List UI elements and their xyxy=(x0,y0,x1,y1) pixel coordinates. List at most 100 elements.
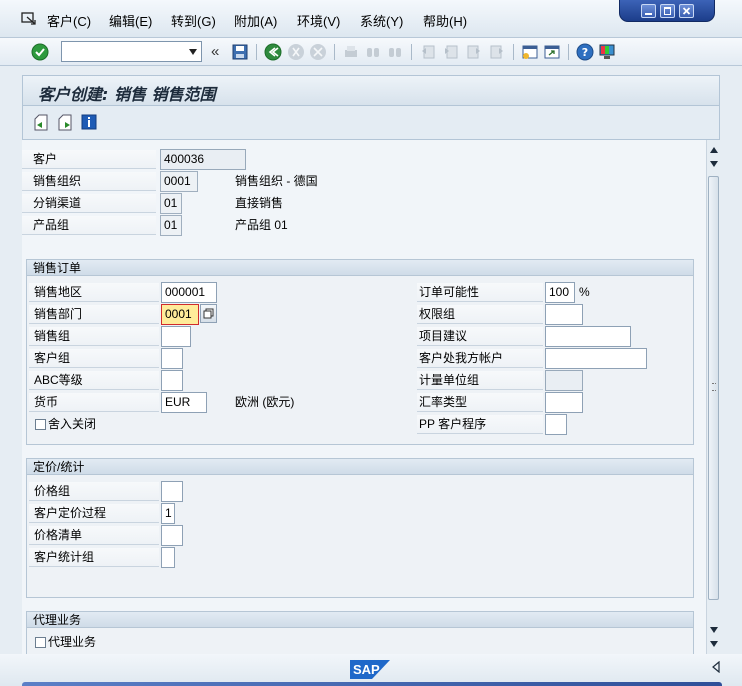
save-icon[interactable] xyxy=(231,43,249,61)
currency-label: 货币 xyxy=(29,393,159,412)
menu-system[interactable]: 系统(Y) xyxy=(360,14,403,30)
first-page-icon xyxy=(422,45,435,59)
pp-customer-procedure-label: PP 客户程序 xyxy=(417,415,543,434)
scroll-top-icon[interactable] xyxy=(709,146,719,154)
print-icon xyxy=(345,46,357,57)
scroll-up-icon[interactable] xyxy=(709,160,719,168)
command-field[interactable] xyxy=(61,41,202,62)
toolbar-separator xyxy=(513,44,514,60)
command-input[interactable] xyxy=(62,42,180,61)
vertical-scrollbar[interactable] xyxy=(706,140,720,654)
find-next-icon xyxy=(389,48,401,57)
authorization-group-field[interactable] xyxy=(545,304,583,325)
new-session-icon[interactable] xyxy=(521,43,539,61)
distribution-channel-desc: 直接销售 xyxy=(235,196,284,210)
item-proposal-field[interactable] xyxy=(545,326,631,347)
menu-extras[interactable]: 附加(A) xyxy=(234,14,277,30)
toolbar-separator xyxy=(568,44,569,60)
menu-bar: 客户(C) 编辑(E) 转到(G) 附加(A) 环境(V) 系统(Y) 帮助(H… xyxy=(0,0,742,38)
back-icon[interactable] xyxy=(264,43,282,61)
order-probability-label: 订单可能性 xyxy=(417,283,543,302)
price-group-label: 价格组 xyxy=(29,482,159,501)
customer-label: 客户 xyxy=(22,150,156,169)
status-bar: SAP xyxy=(0,654,742,686)
sales-group-field[interactable] xyxy=(161,326,191,347)
window-controls xyxy=(619,0,715,22)
status-bar-edge xyxy=(22,682,722,686)
pricing-statistics-group: 定价/统计 价格组 客户定价过程 1 价格清单 客户统计组 xyxy=(26,458,694,598)
pp-customer-procedure-field[interactable] xyxy=(545,414,567,435)
toolbar-separator xyxy=(411,44,412,60)
scrollbar-thumb[interactable] xyxy=(708,176,719,600)
sap-logo: SAP xyxy=(350,660,390,679)
sales-org-label: 销售组织 xyxy=(22,172,156,191)
exchange-rate-type-field[interactable] xyxy=(545,392,583,413)
division-label: 产品组 xyxy=(22,216,156,235)
unit-of-measure-group-field xyxy=(545,370,583,391)
value-help-icon xyxy=(203,308,214,319)
sales-district-field[interactable]: 000001 xyxy=(161,282,217,303)
distribution-channel-label: 分销渠道 xyxy=(22,194,156,213)
order-probability-field[interactable]: 100 xyxy=(545,282,575,303)
menu-help[interactable]: 帮助(H) xyxy=(423,14,467,30)
customer-group-field[interactable] xyxy=(161,348,183,369)
price-list-label: 价格清单 xyxy=(29,526,159,545)
content-area: 客户 400036 销售组织 0001 销售组织 - 德国 分销渠道 01 直接… xyxy=(22,140,706,654)
rounding-off-label: 舍入关闭 xyxy=(48,417,97,431)
next-page-icon xyxy=(467,45,480,59)
rounding-off-checkbox[interactable] xyxy=(35,419,46,430)
chevron-down-icon[interactable] xyxy=(188,48,198,56)
menu-environment[interactable]: 环境(V) xyxy=(297,14,340,30)
close-button[interactable] xyxy=(678,3,694,18)
create-shortcut-icon[interactable] xyxy=(543,43,561,61)
previous-page-icon xyxy=(445,45,458,59)
customer-pricing-procedure-field[interactable]: 1 xyxy=(161,503,175,524)
find-icon xyxy=(367,48,379,57)
enter-icon[interactable] xyxy=(31,43,49,61)
price-list-field[interactable] xyxy=(161,525,183,546)
agency-business-checkbox[interactable] xyxy=(35,637,46,648)
scroll-bottom-icon[interactable] xyxy=(709,640,719,648)
sales-org-field: 0001 xyxy=(160,171,198,192)
abc-class-field[interactable] xyxy=(161,370,183,391)
svg-text:?: ? xyxy=(582,46,588,59)
sales-office-label: 销售部门 xyxy=(29,305,159,324)
customer-statistics-group-field[interactable] xyxy=(161,547,175,568)
account-at-customer-field[interactable] xyxy=(545,348,647,369)
previous-screen-icon[interactable] xyxy=(33,114,50,131)
sales-district-label: 销售地区 xyxy=(29,283,159,302)
account-at-customer-label: 客户处我方帐户 xyxy=(417,349,543,368)
maximize-icon xyxy=(663,6,671,15)
sales-order-group: 销售订单 销售地区 000001 销售部门 0001 销售组 客户组 ABC等级… xyxy=(26,259,694,445)
agency-business-label: 代理业务 xyxy=(48,635,97,649)
abc-class-label: ABC等级 xyxy=(29,371,159,390)
back-arrow-icon[interactable]: « xyxy=(211,43,219,60)
menu-edit[interactable]: 编辑(E) xyxy=(109,14,152,30)
minimize-icon xyxy=(644,12,652,15)
status-expand-icon[interactable] xyxy=(712,661,720,673)
item-proposal-label: 项目建议 xyxy=(417,327,543,346)
sales-office-field[interactable]: 0001 xyxy=(161,304,199,325)
minimize-button[interactable] xyxy=(640,3,656,18)
system-menu-icon[interactable] xyxy=(21,12,37,26)
customer-statistics-group-label: 客户统计组 xyxy=(29,548,159,567)
authorization-group-label: 权限组 xyxy=(417,305,543,324)
maximize-button[interactable] xyxy=(659,3,675,18)
pricing-statistics-group-header: 定价/统计 xyxy=(27,459,693,475)
division-field: 01 xyxy=(160,215,182,236)
help-icon[interactable]: ? xyxy=(576,43,594,61)
sales-group-label: 销售组 xyxy=(29,327,159,346)
grip-icon xyxy=(712,383,716,391)
customize-layout-icon[interactable] xyxy=(598,43,616,61)
cancel-icon xyxy=(310,44,326,60)
close-icon xyxy=(682,6,690,15)
info-icon[interactable] xyxy=(81,114,97,130)
currency-field[interactable]: EUR xyxy=(161,392,207,413)
menu-goto[interactable]: 转到(G) xyxy=(171,14,216,30)
menu-customer[interactable]: 客户(C) xyxy=(47,14,91,30)
price-group-field[interactable] xyxy=(161,481,183,502)
sales-order-group-header: 销售订单 xyxy=(27,260,693,276)
value-help-button[interactable] xyxy=(200,304,217,323)
next-screen-icon[interactable] xyxy=(57,114,74,131)
scroll-down-icon[interactable] xyxy=(709,626,719,634)
